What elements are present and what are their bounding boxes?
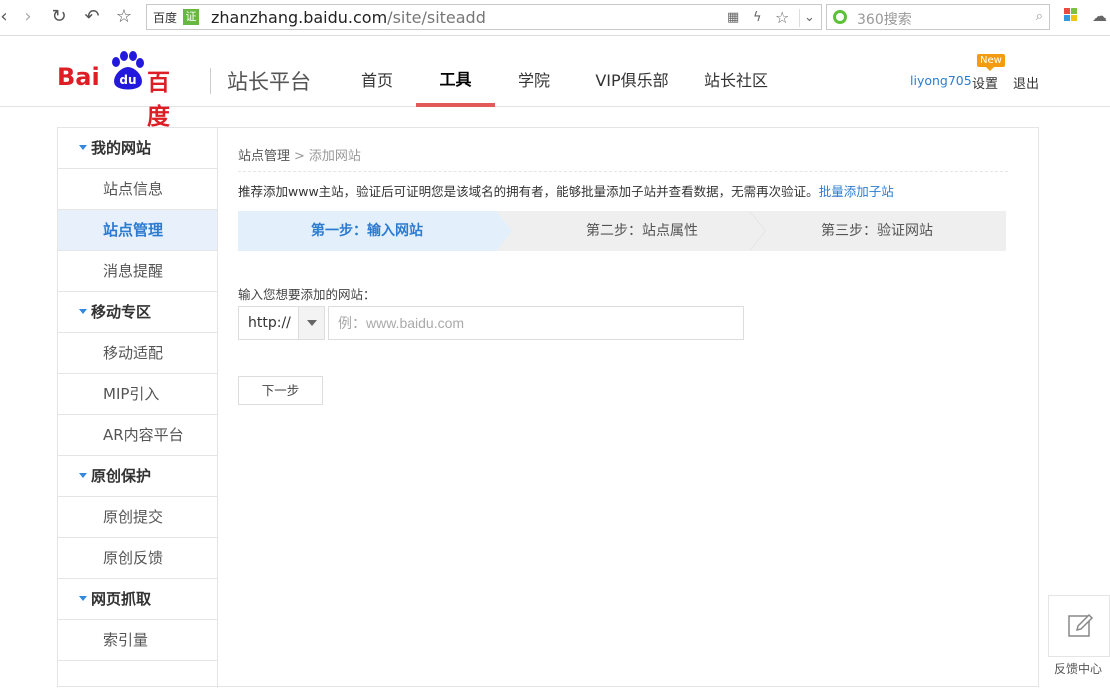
logo-paw-text: du	[119, 73, 136, 87]
certificate-badge[interactable]: 证	[183, 9, 199, 25]
sidebar-label: 原创保护	[91, 467, 152, 485]
sidebar: 我的网站 站点信息 站点管理 消息提醒 移动专区 移动适配 MIP引入 AR内容…	[58, 128, 218, 688]
address-bar[interactable]: 百度 证 zhanzhang.baidu.com/site/siteadd ▦ …	[146, 4, 822, 30]
nav-home[interactable]: 首页	[342, 37, 412, 107]
address-site-label: 百度	[153, 11, 178, 25]
expand-triangle-icon	[79, 473, 87, 478]
url-path: /site/siteadd	[387, 8, 486, 27]
reload-icon[interactable]: ↻	[47, 6, 71, 28]
nav-tools[interactable]: 工具	[416, 37, 495, 107]
step-arrow	[749, 211, 765, 251]
site-header: Bai du 百度 站长平台 首页 工具 学院 VIP俱乐部 站长社区 liyo…	[0, 37, 1110, 130]
sidebar-item-site-info[interactable]: 站点信息	[58, 169, 217, 210]
logout-link[interactable]: 退出	[1013, 73, 1039, 92]
sidebar-group-mobile[interactable]: 移动专区	[58, 292, 217, 333]
address-url[interactable]: zhanzhang.baidu.com/site/siteadd	[211, 8, 486, 27]
batch-add-subsites-link[interactable]: 批量添加子站	[819, 184, 894, 199]
logo-separator	[210, 68, 211, 94]
browser-search-box[interactable]: 360搜索 ⌕	[826, 4, 1050, 30]
forward-icon[interactable]: ›	[16, 6, 40, 28]
site-url-input[interactable]	[328, 306, 744, 340]
feedback-label[interactable]: 反馈中心	[1054, 660, 1102, 677]
dropdown-arrow-icon[interactable]	[298, 307, 324, 339]
protocol-value: http://	[248, 315, 291, 331]
sidebar-group-original[interactable]: 原创保护	[58, 456, 217, 497]
breadcrumb-separator: >	[294, 149, 305, 164]
tip-message: 推荐添加www主站，验证后可证明您是该域名的拥有者，能够批量添加子站并查看数据，…	[238, 184, 819, 199]
feedback-widget[interactable]	[1048, 595, 1110, 657]
product-name: 站长平台	[227, 70, 311, 94]
cloud-icon[interactable]: ☁	[1092, 7, 1107, 25]
step-arrow	[496, 211, 512, 251]
sidebar-label: 我的网站	[91, 139, 152, 157]
apps-grid-icon[interactable]	[1064, 8, 1078, 22]
search-engine-icon	[833, 10, 847, 24]
input-label: 输入您想要添加的网站：	[238, 287, 376, 302]
edit-icon	[1068, 613, 1094, 637]
sidebar-label: 网页抓取	[91, 590, 152, 608]
sidebar-label: 移动专区	[91, 303, 152, 321]
browser-toolbar: ‹ › ↻ ↶ ☆ 百度 证 zhanzhang.baidu.com/site/…	[0, 0, 1110, 36]
protocol-select[interactable]: http://	[238, 306, 325, 340]
sidebar-item-mip[interactable]: MIP引入	[58, 374, 217, 415]
bookmark-star-icon[interactable]: ☆	[112, 6, 136, 28]
sidebar-item-original-feedback[interactable]: 原创反馈	[58, 538, 217, 579]
favorite-star-icon[interactable]: ☆	[775, 9, 789, 27]
username-link[interactable]: liyong705	[910, 73, 972, 88]
divider	[238, 171, 1008, 172]
content-frame: 我的网站 站点信息 站点管理 消息提醒 移动专区 移动适配 MIP引入 AR内容…	[57, 127, 1039, 688]
new-badge: New	[977, 54, 1005, 71]
sidebar-item-site-management[interactable]: 站点管理	[58, 210, 217, 251]
lightning-icon[interactable]: ϟ	[753, 9, 762, 27]
sidebar-item-mobile-adapt[interactable]: 移动适配	[58, 333, 217, 374]
nav-community[interactable]: 站长社区	[692, 37, 780, 107]
sidebar-item-messages[interactable]: 消息提醒	[58, 251, 217, 292]
nav-vip-club[interactable]: VIP俱乐部	[582, 37, 682, 107]
sidebar-group-crawl[interactable]: 网页抓取	[58, 579, 217, 620]
step-progress: 第一步：输入网站 第二步：站点属性 第三步：验证网站	[238, 211, 1006, 251]
chevron-down-icon[interactable]: ⌄	[799, 9, 815, 27]
step-2: 第二步：站点属性	[586, 223, 698, 239]
sidebar-item-index-volume[interactable]: 索引量	[58, 620, 217, 661]
sidebar-group-my-sites[interactable]: 我的网站	[58, 128, 217, 169]
expand-triangle-icon	[79, 145, 87, 150]
expand-triangle-icon	[79, 309, 87, 314]
breadcrumb: 站点管理 > 添加网站	[238, 145, 361, 164]
logo-text-latin: Bai	[57, 63, 100, 91]
logo-text-cn: 百度	[147, 70, 170, 130]
back-icon[interactable]: ‹	[0, 6, 16, 28]
paw-icon: du	[112, 51, 144, 90]
breadcrumb-current: 添加网站	[308, 149, 361, 164]
sidebar-item-ar-platform[interactable]: AR内容平台	[58, 415, 217, 456]
url-host: zhanzhang.baidu.com	[211, 8, 388, 27]
nav-academy[interactable]: 学院	[499, 37, 569, 107]
qrcode-icon[interactable]: ▦	[727, 9, 739, 27]
expand-triangle-icon	[79, 596, 87, 601]
undo-icon[interactable]: ↶	[80, 6, 104, 28]
search-icon[interactable]: ⌕	[1036, 9, 1043, 24]
step-3: 第三步：验证网站	[821, 223, 933, 239]
sidebar-item-original-submit[interactable]: 原创提交	[58, 497, 217, 538]
search-placeholder: 360搜索	[857, 12, 912, 28]
settings-link[interactable]: 设置	[972, 73, 998, 92]
step-1: 第一步：输入网站	[238, 211, 496, 251]
tip-text: 推荐添加www主站，验证后可证明您是该域名的拥有者，能够批量添加子站并查看数据，…	[238, 181, 894, 200]
next-step-button[interactable]: 下一步	[238, 376, 323, 405]
breadcrumb-parent[interactable]: 站点管理	[238, 149, 290, 164]
